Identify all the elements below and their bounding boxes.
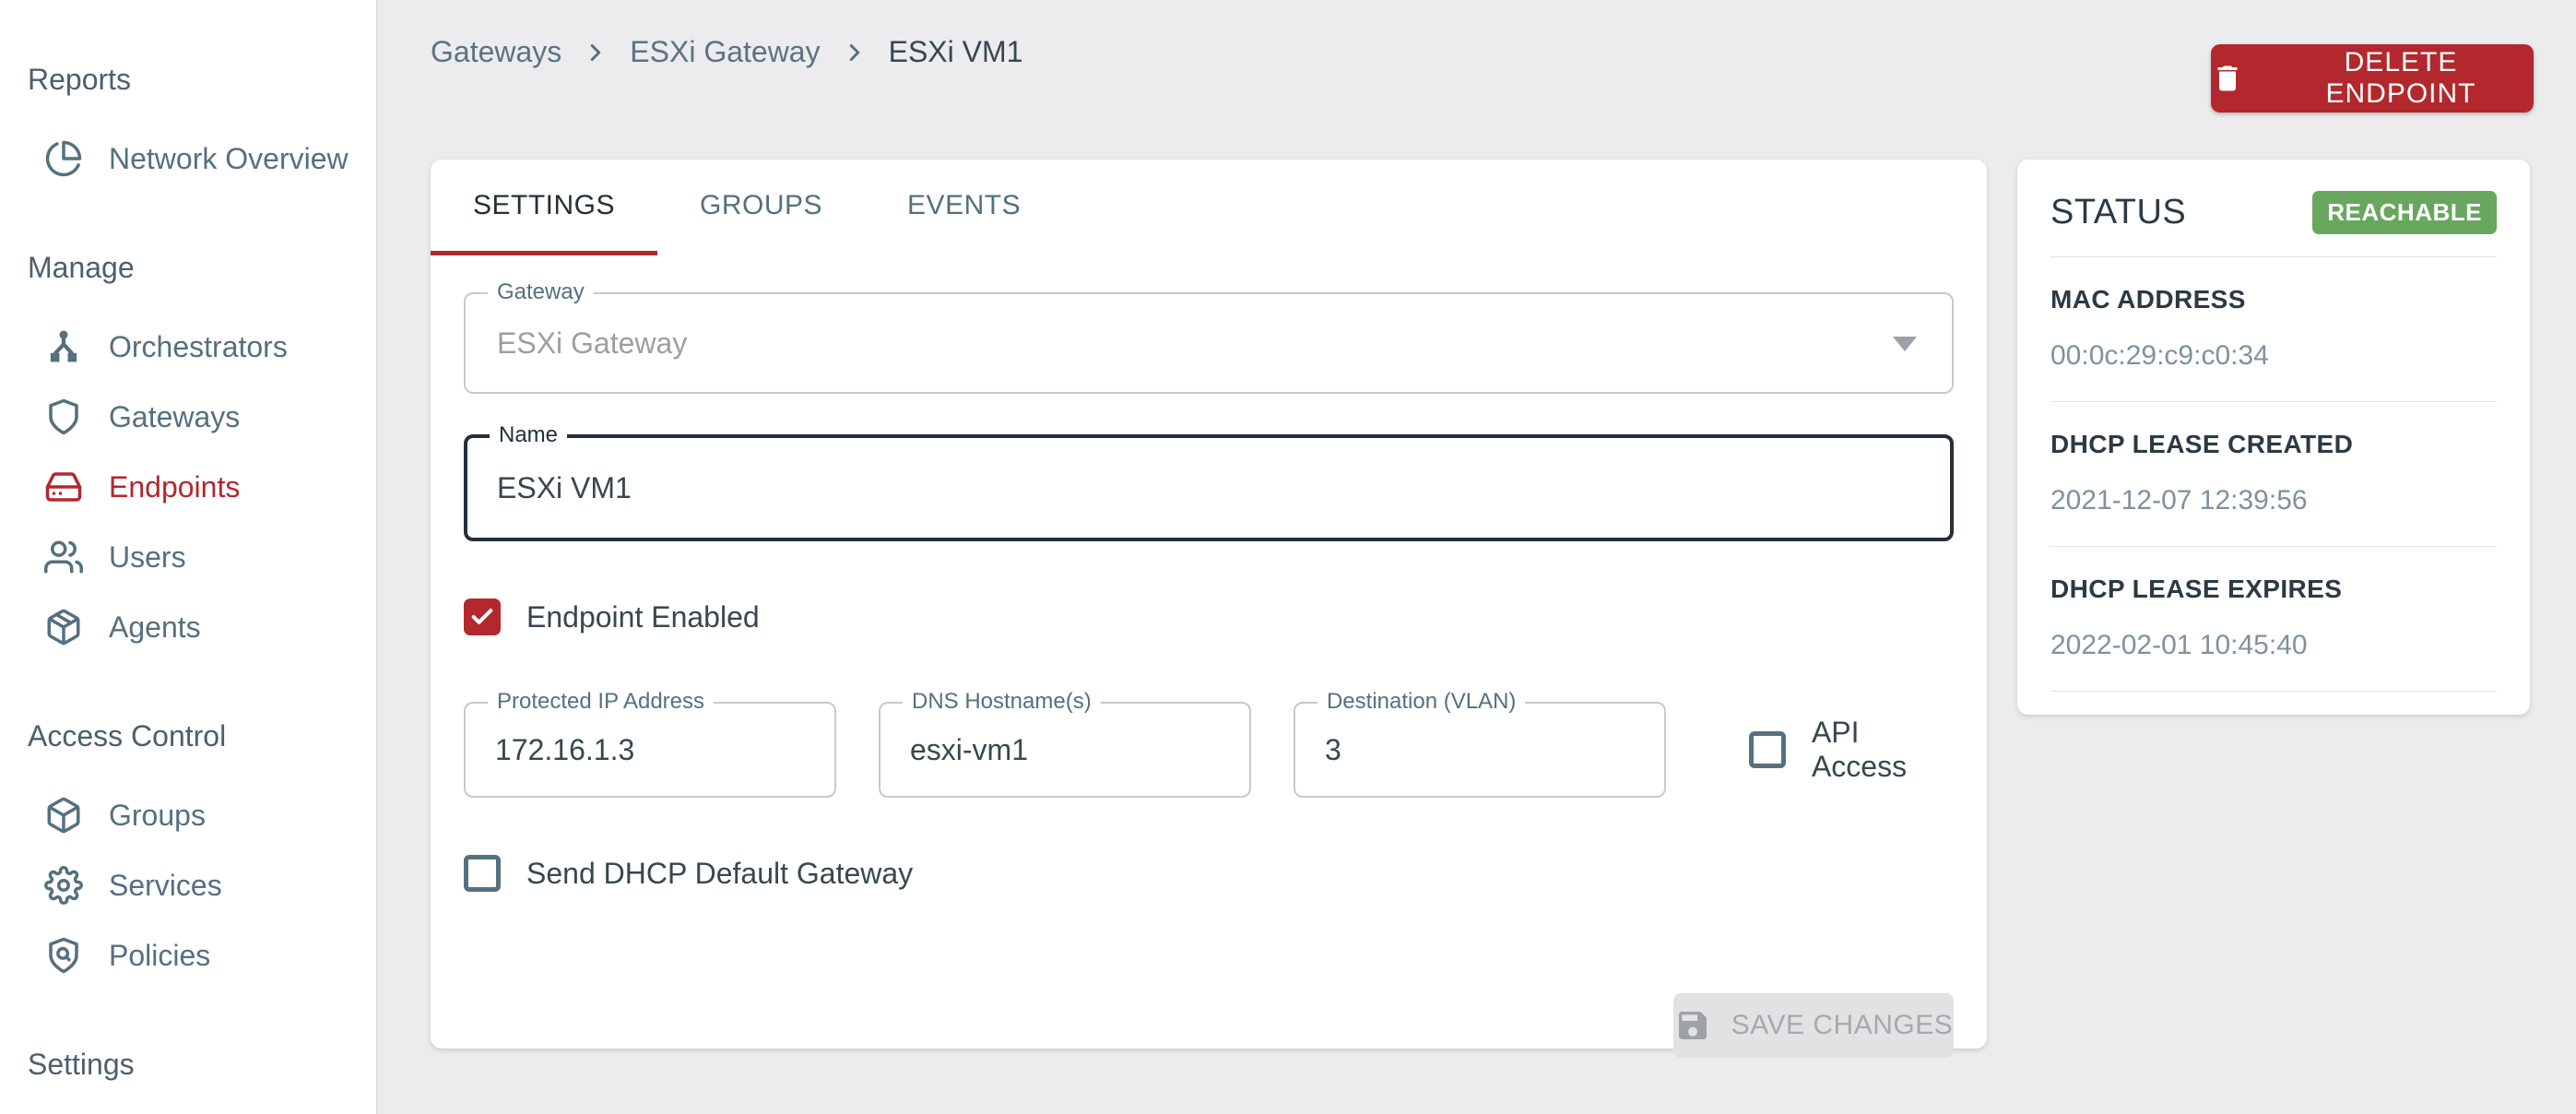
save-changes-label: SAVE CHANGES xyxy=(1731,1010,1954,1041)
save-icon xyxy=(1674,1007,1711,1044)
protected-ip-input[interactable] xyxy=(466,704,834,796)
api-access-row[interactable]: API Access xyxy=(1749,716,1954,784)
tab-groups[interactable]: GROUPS xyxy=(657,160,865,255)
shield-icon xyxy=(44,397,83,436)
status-field-value: 2021-12-07 12:39:56 xyxy=(2050,485,2497,516)
sidebar-item-services[interactable]: Services xyxy=(0,850,376,920)
sidebar-item-orchestrators[interactable]: Orchestrators xyxy=(0,312,376,382)
sidebar-item-label: Groups xyxy=(109,799,206,833)
status-field-mac: MAC ADDRESS 00:0c:29:c9:c0:34 xyxy=(2050,257,2497,402)
api-access-label: API Access xyxy=(1812,716,1954,784)
dns-hostnames-wrapper: DNS Hostname(s) xyxy=(879,702,1251,798)
gateway-select-label: Gateway xyxy=(488,279,594,305)
tab-bar: SETTINGS GROUPS EVENTS xyxy=(431,160,1987,255)
sidebar-item-policies[interactable]: Policies xyxy=(0,920,376,990)
status-field-lease-created: DHCP LEASE CREATED 2021-12-07 12:39:56 xyxy=(2050,402,2497,547)
sidebar-header-manage: Manage xyxy=(0,249,376,286)
protected-ip-wrapper: Protected IP Address xyxy=(464,702,836,798)
gateway-select-value: ESXi Gateway xyxy=(466,294,1952,392)
breadcrumb-gateways[interactable]: Gateways xyxy=(431,35,561,69)
status-title: STATUS xyxy=(2050,193,2186,232)
api-access-checkbox[interactable] xyxy=(1749,731,1786,768)
page: Reports Network Overview Manage Orchestr… xyxy=(0,0,2576,1114)
box-icon xyxy=(44,796,83,835)
endpoint-settings-card: SETTINGS GROUPS EVENTS Gateway ESXi Gate… xyxy=(431,160,1987,1049)
status-header: STATUS REACHABLE xyxy=(2050,191,2497,257)
dropdown-arrow-icon xyxy=(1893,337,1917,351)
status-field-value: 2022-02-01 10:45:40 xyxy=(2050,630,2497,661)
status-field-lease-expires: DHCP LEASE EXPIRES 2022-02-01 10:45:40 xyxy=(2050,547,2497,692)
sidebar-header-settings: Settings xyxy=(0,1046,376,1083)
send-dhcp-row[interactable]: Send DHCP Default Gateway xyxy=(464,855,1954,892)
sidebar-header-reports: Reports xyxy=(0,61,376,98)
topology-icon xyxy=(44,327,83,366)
delete-endpoint-label: DELETE ENDPOINT xyxy=(2268,47,2534,110)
sidebar-section-manage: Manage Orchestrators Gateways Endpoints xyxy=(0,249,376,662)
endpoint-enabled-label: Endpoint Enabled xyxy=(526,600,760,634)
breadcrumb: Gateways ESXi Gateway ESXi VM1 xyxy=(431,35,1022,69)
sidebar-section-access-control: Access Control Groups Services Policies xyxy=(0,717,376,990)
sidebar-item-label: Services xyxy=(109,869,222,903)
sidebar-item-label: Policies xyxy=(109,939,210,973)
gear-icon xyxy=(44,866,83,905)
sidebar-item-label: Agents xyxy=(109,610,201,645)
status-panel: STATUS REACHABLE MAC ADDRESS 00:0c:29:c9… xyxy=(2017,160,2530,715)
sidebar-item-label: Gateways xyxy=(109,400,240,434)
chevron-right-icon xyxy=(582,39,609,66)
name-input[interactable] xyxy=(467,438,1950,538)
breadcrumb-esxi-gateway[interactable]: ESXi Gateway xyxy=(630,35,820,69)
sidebar-item-agents[interactable]: Agents xyxy=(0,592,376,662)
sidebar-section-reports: Reports Network Overview xyxy=(0,61,376,194)
breadcrumb-current: ESXi VM1 xyxy=(889,35,1023,69)
pie-chart-icon xyxy=(44,139,83,178)
endpoint-enabled-checkbox[interactable] xyxy=(464,598,501,635)
sidebar-item-groups[interactable]: Groups xyxy=(0,780,376,850)
settings-form: Gateway ESXi Gateway Name Endpoint Enabl… xyxy=(431,292,1987,1085)
sidebar-item-label: Users xyxy=(109,540,186,575)
send-dhcp-checkbox[interactable] xyxy=(464,855,501,892)
gateway-select[interactable]: Gateway ESXi Gateway xyxy=(464,292,1954,394)
name-field-wrapper: Name xyxy=(464,434,1954,541)
tab-events[interactable]: EVENTS xyxy=(865,160,1063,255)
status-field-label: DHCP LEASE CREATED xyxy=(2050,430,2497,459)
hard-drive-icon xyxy=(44,468,83,506)
shield-search-icon xyxy=(44,936,83,975)
chevron-right-icon xyxy=(841,39,869,66)
status-field-label: MAC ADDRESS xyxy=(2050,285,2497,314)
sidebar-item-endpoints[interactable]: Endpoints xyxy=(0,452,376,522)
trash-icon xyxy=(2211,62,2244,95)
sidebar-item-label: Network Overview xyxy=(109,142,349,176)
endpoint-enabled-row[interactable]: Endpoint Enabled xyxy=(464,598,1954,635)
status-field-value: 00:0c:29:c9:c0:34 xyxy=(2050,340,2497,372)
reachable-badge: REACHABLE xyxy=(2312,191,2497,234)
sidebar-header-access-control: Access Control xyxy=(0,717,376,754)
dns-hostnames-input[interactable] xyxy=(880,704,1249,796)
tab-settings[interactable]: SETTINGS xyxy=(431,160,657,255)
sidebar-item-label: Endpoints xyxy=(109,470,240,504)
destination-vlan-input[interactable] xyxy=(1295,704,1664,796)
network-fields-row: Protected IP Address DNS Hostname(s) Des… xyxy=(464,702,1954,798)
delete-endpoint-button[interactable]: DELETE ENDPOINT xyxy=(2211,44,2534,113)
save-changes-button[interactable]: SAVE CHANGES xyxy=(1673,993,1954,1058)
status-field-label: DHCP LEASE EXPIRES xyxy=(2050,575,2497,604)
sidebar-item-network-overview[interactable]: Network Overview xyxy=(0,124,376,194)
users-icon xyxy=(44,538,83,576)
sidebar-item-users[interactable]: Users xyxy=(0,522,376,592)
sidebar: Reports Network Overview Manage Orchestr… xyxy=(0,0,378,1114)
send-dhcp-label: Send DHCP Default Gateway xyxy=(526,857,913,891)
sidebar-section-settings: Settings xyxy=(0,1046,376,1083)
sidebar-item-gateways[interactable]: Gateways xyxy=(0,382,376,452)
check-icon xyxy=(469,604,495,630)
destination-vlan-wrapper: Destination (VLAN) xyxy=(1294,702,1666,798)
package-icon xyxy=(44,608,83,646)
sidebar-item-label: Orchestrators xyxy=(109,330,288,364)
